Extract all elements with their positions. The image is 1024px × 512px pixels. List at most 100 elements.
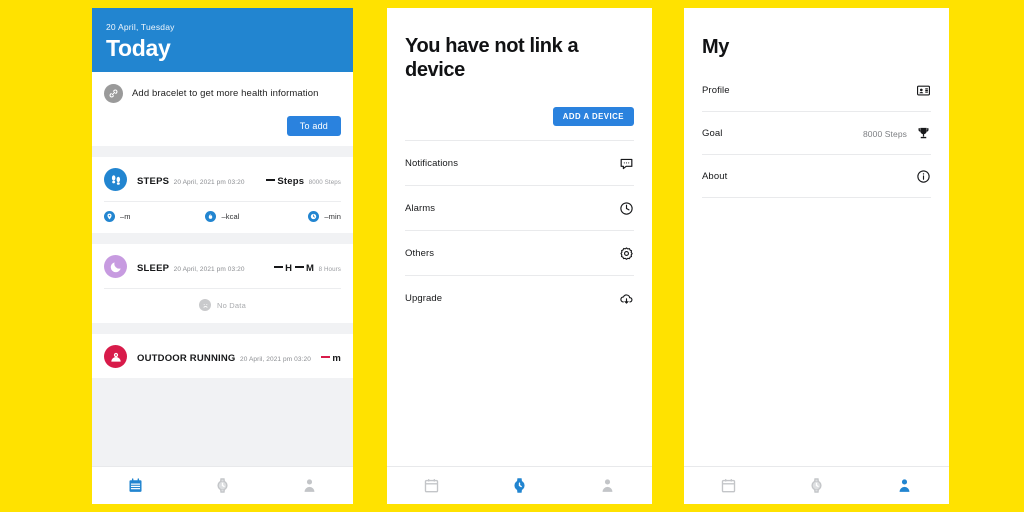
running-card-header: OUTDOOR RUNNING 20 April, 2021 pm 03:20 … [92,334,353,378]
chat-bubble-icon [619,156,634,171]
device-bottom-nav [387,466,652,504]
menu-item-label: Notifications [405,157,459,169]
bracelet-prompt-row: Add bracelet to get more health informat… [104,84,341,104]
my-item-about[interactable]: About [702,155,931,198]
location-pin-icon [104,211,115,223]
my-item-profile[interactable]: Profile [702,69,931,112]
sleep-goal-text: 8 Hours [318,265,341,273]
device-header: You have not link a device ADD A DEVICE [387,8,652,126]
device-actions: ADD A DEVICE [405,106,634,126]
trophy-icon [916,126,931,141]
my-bottom-nav [684,466,949,504]
add-a-device-button[interactable]: ADD A DEVICE [552,106,634,126]
running-value: m [321,353,341,364]
moon-icon [104,255,127,279]
steps-duration-label: –min [324,212,341,222]
tab-calendar[interactable] [684,477,772,494]
clock-icon [308,211,320,223]
my-content: My Profile Goal 8000 Steps About [684,8,949,198]
my-screen: My Profile Goal 8000 Steps About [684,8,949,504]
steps-stats-row: –m –kcal –min [92,202,353,233]
menu-item-upgrade[interactable]: Upgrade [405,274,634,320]
today-screen: 20 April, Tuesday Today Add bracelet to … [92,8,353,504]
my-item-label: About [702,171,728,182]
tab-profile[interactable] [861,477,949,494]
gear-icon [619,246,634,261]
device-empty-title: You have not link a device [405,35,579,82]
steps-stat-calories: –kcal [183,211,262,223]
my-item-label: Profile [702,85,730,96]
sleep-value: H M [274,263,314,274]
steps-stat-distance: –m [104,211,183,223]
page-title: My [702,36,729,58]
info-circle-icon [916,169,931,184]
today-date: 20 April, Tuesday [106,22,175,32]
steps-value-unit: Steps [277,175,305,187]
my-item-value: 8000 Steps [862,128,907,139]
steps-card-header: STEPS 20 April, 2021 pm 03:20 Steps 8000… [92,157,353,201]
steps-value: Steps [266,176,304,187]
steps-card-titles: STEPS 20 April, 2021 pm 03:20 [137,171,266,189]
running-value-unit: m [332,352,341,364]
menu-item-notifications[interactable]: Notifications [405,139,634,185]
section-gap-2 [92,233,353,245]
tab-profile[interactable] [266,477,353,494]
sleep-card-titles: SLEEP 20 April, 2021 pm 03:20 [137,258,274,276]
my-filler [684,198,949,466]
tab-device[interactable] [772,477,860,494]
running-card-values: m [321,348,341,366]
sleep-hours-unit: H [285,262,293,274]
section-gap-3 [92,323,353,335]
steps-card-timestamp: 20 April, 2021 pm 03:20 [173,178,245,186]
menu-item-alarms[interactable]: Alarms [405,184,634,230]
sleep-card-values: H M 8 Hours [274,258,341,276]
sleep-card-header: SLEEP 20 April, 2021 pm 03:20 H M 8 Hour… [92,244,353,288]
tab-calendar[interactable] [387,477,475,494]
clock-icon [619,201,634,216]
steps-card[interactable]: STEPS 20 April, 2021 pm 03:20 Steps 8000… [92,157,353,234]
my-item-goal[interactable]: Goal 8000 Steps [702,112,931,155]
bracelet-actions: To add [104,116,341,137]
steps-card-name: STEPS [137,175,170,187]
menu-item-others[interactable]: Others [405,229,634,275]
device-menu-list: Notifications Alarms Others Upgrade [387,139,652,320]
sleep-card[interactable]: SLEEP 20 April, 2021 pm 03:20 H M 8 Hour… [92,244,353,324]
steps-distance-label: –m [120,212,131,222]
device-filler [387,319,652,466]
flame-icon [205,211,217,223]
tab-device[interactable] [475,477,563,494]
running-location-icon [104,345,127,369]
menu-item-label: Others [405,247,435,259]
outdoor-running-card[interactable]: OUTDOOR RUNNING 20 April, 2021 pm 03:20 … [92,334,353,379]
running-card-titles: OUTDOOR RUNNING 20 April, 2021 pm 03:20 [137,348,321,366]
bracelet-prompt-text: Add bracelet to get more health informat… [132,88,319,100]
steps-goal-text: 8000 Steps [308,178,341,186]
page-title: Today [106,35,171,61]
steps-card-values: Steps 8000 Steps [266,171,341,189]
bracelet-icon [104,84,123,104]
screenshot-canvas: 20 April, Tuesday Today Add bracelet to … [0,0,1024,512]
sleep-minutes-unit: M [306,262,315,274]
steps-calories-label: –kcal [221,212,240,222]
menu-item-label: Upgrade [405,292,443,304]
today-header: 20 April, Tuesday Today [92,8,353,73]
device-screen: You have not link a device ADD A DEVICE … [387,8,652,504]
tab-device[interactable] [179,477,266,494]
cloud-download-icon [619,291,634,306]
today-bottom-nav [92,466,353,504]
tab-calendar[interactable] [92,477,179,494]
steps-stat-duration: –min [262,211,341,223]
today-scroll-filler [92,378,353,466]
sleep-card-timestamp: 20 April, 2021 pm 03:20 [173,265,245,273]
menu-item-label: Alarms [405,202,436,214]
bracelet-prompt-card: Add bracelet to get more health informat… [92,72,353,147]
footsteps-icon [104,168,127,192]
sleep-no-data-text: No Data [217,300,246,310]
sad-face-icon [199,299,212,312]
section-gap [92,146,353,158]
tab-profile[interactable] [564,477,652,494]
running-card-name: OUTDOOR RUNNING [137,352,236,364]
sleep-no-data-row: No Data [92,289,353,323]
my-item-label: Goal [702,128,723,139]
to-add-button[interactable]: To add [286,116,341,137]
